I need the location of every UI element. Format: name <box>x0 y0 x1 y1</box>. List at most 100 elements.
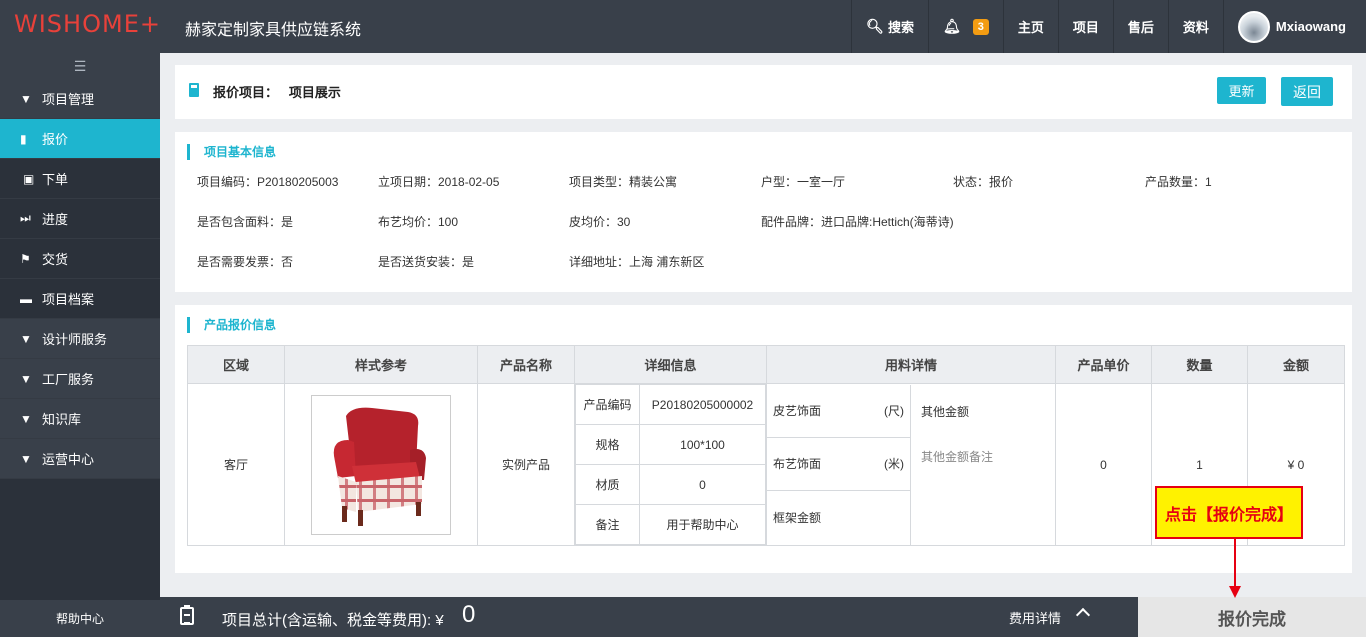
col-details: 详细信息 <box>574 345 767 384</box>
other-amount-label: 其他金额 <box>921 404 970 419</box>
flag-icon: ⚑ <box>20 251 31 266</box>
sidebar-item-operations-center[interactable]: ▼ 运营中心 <box>0 439 160 479</box>
other-amount-note: 其他金额备注 <box>921 449 994 464</box>
bell-icon: 🔔︎ <box>942 18 961 34</box>
material-name: 皮艺饰面 <box>773 404 822 418</box>
sidebar-item-label: 交货 <box>42 252 69 267</box>
other-amount-box: 其他金额 其他金额备注 <box>911 385 1055 545</box>
cell-unit-price: 0 <box>1055 383 1152 546</box>
info-status: 状态：报价 <box>953 175 1014 189</box>
sidebar-item-label: 工厂服务 <box>42 372 95 387</box>
basic-info-title: 项目基本信息 <box>187 144 276 160</box>
nav-projects[interactable]: 项目 <box>1057 0 1113 53</box>
username: Mxiaowang <box>1275 19 1346 34</box>
caret-down-icon: ▼ <box>20 451 32 466</box>
caret-down-icon: ▼ <box>20 371 32 386</box>
sidebar-item-factory-services[interactable]: ▼ 工厂服务 <box>0 359 160 399</box>
product-info-title: 产品报价信息 <box>187 317 276 333</box>
back-button[interactable]: 返回 <box>1281 77 1333 106</box>
info-invoice: 是否需要发票：否 <box>197 255 294 269</box>
sidebar-item-label: 报价 <box>42 132 69 147</box>
sidebar-item-project-archive[interactable]: ▬ 项目档案 <box>0 279 160 319</box>
page-header: 报价项目： 项目展示 更新 返回 <box>175 65 1352 119</box>
search-button[interactable]: 🔍︎ 搜索 <box>851 0 928 53</box>
materials-list: 皮艺饰面 (尺) 布艺饰面 (米) 框架金额 <box>767 384 911 545</box>
col-amount: 金额 <box>1247 345 1345 384</box>
col-quantity: 数量 <box>1151 345 1248 384</box>
nav-resources[interactable]: 资料 <box>1167 0 1223 53</box>
user-menu[interactable]: Mxiaowang <box>1222 0 1366 53</box>
sidebar: ☰ ▼ 项目管理 ▮ 报价 ▣ 下单 ⏭︎ 进度 ⚑ 交货 ▬ 项目档案 ▼ 设… <box>0 53 160 637</box>
notifications-button[interactable]: 🔔︎ 3 <box>927 0 1003 53</box>
col-unit-price: 产品单价 <box>1055 345 1152 384</box>
material-row: 皮艺饰面 (尺) <box>767 385 910 438</box>
info-start-date: 立项日期：2018-02-05 <box>378 175 500 189</box>
materials-wrap: 皮艺饰面 (尺) 布艺饰面 (米) 框架金额 其他金额 其他金额备注 <box>767 384 1055 545</box>
info-include-fabric: 是否包含面料：是 <box>197 215 294 229</box>
search-icon: 🔍︎ <box>866 18 884 34</box>
material-unit: (米) <box>884 457 904 471</box>
chevron-up-icon[interactable] <box>1075 607 1091 623</box>
update-button[interactable]: 更新 <box>1217 77 1266 104</box>
info-delivery-install: 是否送货安装：是 <box>378 255 475 269</box>
info-project-type: 项目类型：精装公寓 <box>569 175 678 189</box>
detail-row: 规格 100*100 <box>575 424 766 465</box>
detail-row: 产品编码 P20180205000002 <box>575 384 766 425</box>
cell-style-ref <box>284 383 478 546</box>
detail-row: 材质 0 <box>575 464 766 505</box>
basic-info-card: 项目基本信息 项目编码：P20180205003 立项日期：2018-02-05… <box>175 132 1352 292</box>
material-unit: (尺) <box>884 404 904 418</box>
sidebar-item-designer-services[interactable]: ▼ 设计师服务 <box>0 319 160 359</box>
help-center-link[interactable]: 帮助中心 <box>0 600 160 637</box>
total-value: 0 <box>462 601 476 628</box>
nav-home[interactable]: 主页 <box>1002 0 1058 53</box>
sidebar-item-label: 进度 <box>42 212 69 227</box>
callout-arrow <box>1234 539 1236 589</box>
sidebar-item-label: 设计师服务 <box>42 332 108 347</box>
calculator-icon <box>189 83 199 97</box>
details-subtable: 产品编码 P20180205000002 规格 100*100 材质 0 备注 用于帮助… <box>575 384 766 545</box>
sofa-image[interactable] <box>311 394 451 535</box>
cell-product-name: 实例产品 <box>477 383 575 546</box>
footer-bar: 项目总计(含运输、税金等费用): ¥ 0 费用详情 报价完成 <box>160 597 1366 637</box>
info-layout: 户型：一室一厅 <box>761 175 846 189</box>
folder-icon: ▬ <box>20 291 32 306</box>
sidebar-item-knowledge-base[interactable]: ▼ 知识库 <box>0 399 160 439</box>
logo[interactable]: WISHOME+ <box>14 10 161 38</box>
col-materials: 用料详情 <box>766 345 1056 384</box>
search-label: 搜索 <box>887 20 914 35</box>
detail-value: 0 <box>639 464 766 505</box>
cell-area: 客厅 <box>187 383 285 546</box>
caret-down-icon: ▼ <box>20 331 32 346</box>
table-header-row: 区域 样式参考 产品名称 详细信息 用料详情 产品单价 数量 金额 <box>187 345 1345 384</box>
callout-arrow-head-icon <box>1229 586 1241 598</box>
info-address: 详细地址：上海 浦东新区 <box>569 255 705 269</box>
sidebar-item-delivery[interactable]: ⚑ 交货 <box>0 239 160 279</box>
finish-quote-button[interactable]: 报价完成 <box>1138 597 1366 637</box>
col-style-ref: 样式参考 <box>284 345 478 384</box>
nav-after-sales[interactable]: 售后 <box>1112 0 1168 53</box>
clipboard-icon <box>180 605 194 625</box>
info-hardware-brand: 配件品牌：进口品牌:Hettich(海蒂诗) <box>761 215 954 229</box>
total-label: 项目总计(含运输、税金等费用): ¥ <box>222 612 444 629</box>
detail-key: 备注 <box>575 504 640 545</box>
sidebar-item-progress[interactable]: ⏭︎ 进度 <box>0 199 160 239</box>
menu-toggle-icon[interactable]: ☰ <box>0 53 160 79</box>
document-icon: ▮ <box>20 131 27 146</box>
notification-badge: 3 <box>972 18 989 35</box>
fast-forward-icon: ⏭︎ <box>20 211 31 225</box>
sidebar-item-quotation[interactable]: ▮ 报价 <box>0 119 160 159</box>
detail-value: 100*100 <box>639 424 766 465</box>
detail-key: 材质 <box>575 464 640 505</box>
caret-down-icon: ▼ <box>20 91 32 106</box>
fee-detail-link[interactable]: 费用详情 <box>1009 608 1061 627</box>
sidebar-item-project-management[interactable]: ▼ 项目管理 <box>0 79 160 119</box>
caret-down-icon: ▼ <box>20 411 32 426</box>
system-title: 赫家定制家具供应链系统 <box>185 22 362 39</box>
sidebar-item-order[interactable]: ▣ 下单 <box>0 159 160 199</box>
detail-row: 备注 用于帮助中心 <box>575 504 766 545</box>
page-title: 报价项目： 项目展示 <box>213 85 341 100</box>
top-bar: WISHOME+ 赫家定制家具供应链系统 🔍︎ 搜索 🔔︎ 3 主页 项目 售后… <box>0 0 1366 53</box>
top-nav: 🔍︎ 搜索 🔔︎ 3 主页 项目 售后 资料 Mxiaowang <box>851 0 1366 53</box>
col-area: 区域 <box>187 345 285 384</box>
